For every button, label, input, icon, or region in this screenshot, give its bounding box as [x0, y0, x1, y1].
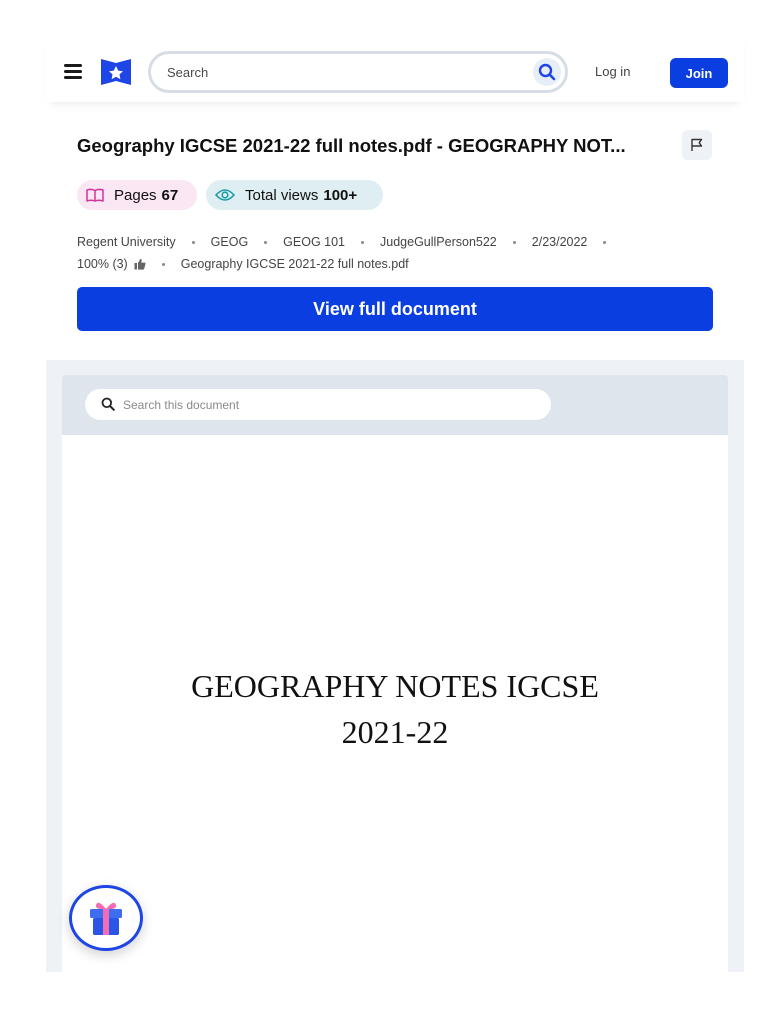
- thumbs-up-icon: [134, 258, 146, 270]
- file-name: Geography IGCSE 2021-22 full notes.pdf: [180, 257, 409, 271]
- separator-dot: [512, 240, 516, 244]
- document-search-input[interactable]: [123, 396, 523, 413]
- view-full-document-button[interactable]: View full document: [77, 287, 713, 331]
- pages-label: Pages: [114, 186, 157, 204]
- separator-dot: [161, 262, 165, 266]
- separator-dot: [191, 240, 195, 244]
- page-heading-line2: 2021-22: [341, 714, 449, 750]
- gift-button[interactable]: [69, 885, 143, 951]
- page-heading: GEOGRAPHY NOTES IGCSE 2021-22: [62, 663, 728, 755]
- views-value: 100+: [323, 186, 358, 204]
- page-frame: Log in Join Geography IGCSE 2021-22 full…: [46, 30, 744, 972]
- separator-dot: [603, 240, 607, 244]
- document-meta: Regent University GEOG GEOG 101 JudgeGul…: [77, 235, 622, 249]
- author-link[interactable]: JudgeGullPerson522: [380, 235, 497, 249]
- subject-link[interactable]: GEOG: [211, 235, 249, 249]
- views-label: Total views: [245, 186, 319, 204]
- site-logo[interactable]: [100, 57, 132, 87]
- document-search-bar: [85, 389, 551, 420]
- top-header: Log in Join: [46, 30, 744, 102]
- login-link[interactable]: Log in: [595, 64, 630, 79]
- document-page: GEOGRAPHY NOTES IGCSE 2021-22: [62, 435, 728, 972]
- gift-icon: [90, 902, 122, 935]
- search-icon: [101, 397, 115, 411]
- document-title: Geography IGCSE 2021-22 full notes.pdf -…: [77, 135, 626, 156]
- course-link[interactable]: GEOG 101: [283, 235, 345, 249]
- pages-value: 67: [161, 186, 179, 204]
- eye-icon: [215, 189, 235, 201]
- views-badge: Total views 100+: [206, 180, 383, 210]
- hamburger-icon[interactable]: [64, 64, 82, 80]
- book-icon: [86, 188, 104, 202]
- separator-dot: [361, 240, 365, 244]
- page-heading-line1: GEOGRAPHY NOTES IGCSE: [191, 668, 599, 704]
- join-button[interactable]: Join: [670, 58, 728, 88]
- search-icon[interactable]: [533, 58, 561, 86]
- viewer-toolbar: [62, 375, 728, 435]
- search-input[interactable]: [167, 62, 517, 82]
- university-link[interactable]: Regent University: [77, 235, 176, 249]
- separator-dot: [264, 240, 268, 244]
- flag-icon[interactable]: [682, 130, 712, 160]
- rating-text: 100% (3): [77, 257, 128, 271]
- document-viewer: GEOGRAPHY NOTES IGCSE 2021-22: [46, 360, 744, 972]
- pages-badge: Pages 67: [77, 180, 197, 210]
- search-bar: [148, 51, 568, 93]
- upload-date: 2/23/2022: [531, 235, 588, 249]
- document-meta-secondary: 100% (3) Geography IGCSE 2021-22 full no…: [77, 257, 409, 271]
